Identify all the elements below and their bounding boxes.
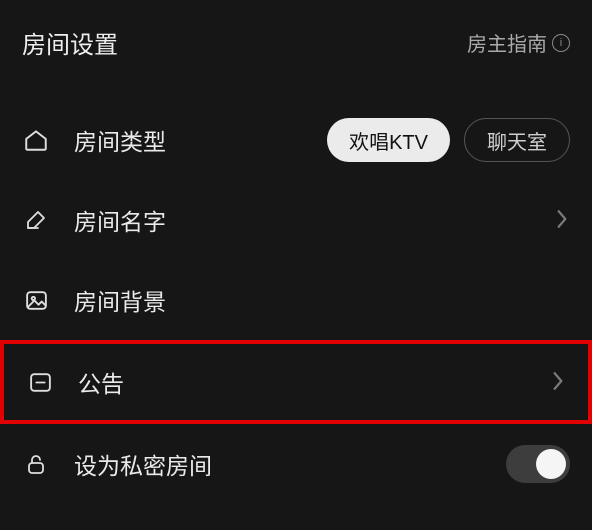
image-icon: [22, 286, 50, 314]
owner-guide-label: 房主指南: [467, 28, 547, 57]
notice-label: 公告: [78, 365, 552, 399]
owner-guide-link[interactable]: 房主指南 i: [467, 28, 570, 57]
private-room-row: 设为私密房间: [0, 424, 592, 504]
page-title: 房间设置: [22, 25, 118, 60]
room-background-row[interactable]: 房间背景: [0, 260, 592, 340]
info-icon: i: [552, 34, 570, 52]
room-type-chat-option[interactable]: 聊天室: [464, 118, 570, 162]
room-type-options: 欢唱KTV 聊天室: [327, 118, 570, 162]
settings-list: 房间类型 欢唱KTV 聊天室 房间名字: [0, 70, 592, 504]
private-room-toggle[interactable]: [506, 445, 570, 483]
edit-icon: [22, 206, 50, 234]
room-name-row[interactable]: 房间名字: [0, 180, 592, 260]
room-type-row: 房间类型 欢唱KTV 聊天室: [0, 100, 592, 180]
room-type-label: 房间类型: [74, 123, 327, 157]
room-type-ktv-option[interactable]: 欢唱KTV: [327, 118, 450, 162]
room-name-label: 房间名字: [74, 203, 556, 237]
home-icon: [22, 126, 50, 154]
toggle-knob: [536, 449, 566, 479]
notice-icon: [26, 368, 54, 396]
private-room-label: 设为私密房间: [74, 447, 506, 481]
notice-row[interactable]: 公告: [0, 340, 592, 424]
chevron-right-icon: [552, 371, 566, 393]
chevron-right-icon: [556, 209, 570, 231]
settings-header: 房间设置 房主指南 i: [0, 0, 592, 70]
lock-icon: [22, 450, 50, 478]
room-background-label: 房间背景: [74, 283, 570, 317]
